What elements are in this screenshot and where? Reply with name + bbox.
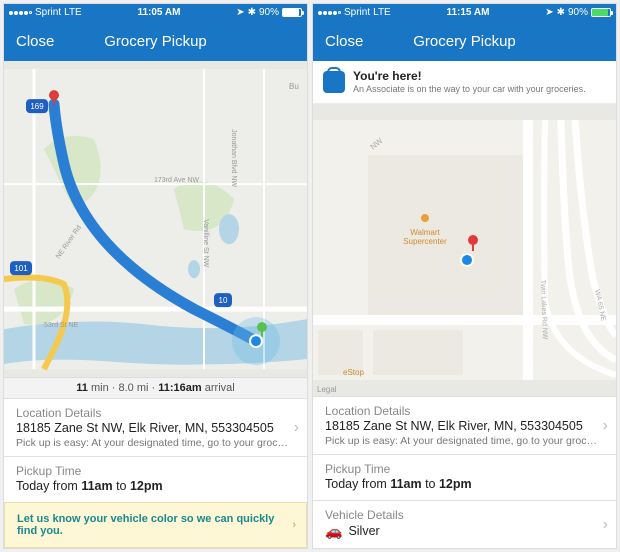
- svg-text:Supercenter: Supercenter: [403, 237, 447, 246]
- shopping-bag-icon: [323, 71, 345, 93]
- location-address: 18185 Zane St NW, Elk River, MN, 5533045…: [325, 418, 604, 435]
- vehicle-color-prompt[interactable]: Let us know your vehicle color so we can…: [4, 502, 307, 548]
- location-label: Location Details: [325, 404, 604, 418]
- location-label: Location Details: [16, 406, 295, 420]
- svg-text:10: 10: [219, 296, 228, 305]
- eta-bar: 11 min · 8.0 mi · 11:16am arrival: [4, 377, 307, 398]
- arrival-notice: You're here! An Associate is on the way …: [313, 61, 616, 104]
- location-details-row[interactable]: Location Details 18185 Zane St NW, Elk R…: [4, 398, 307, 456]
- vehicle-label: Vehicle Details: [325, 508, 604, 522]
- page-title: Grocery Pickup: [104, 33, 207, 50]
- pickup-value: Today from 11am to 12pm: [16, 478, 295, 495]
- svg-text:53rd St NE: 53rd St NE: [44, 322, 79, 329]
- phone-screen-left: Sprint LTE 11:05 AM ➤ ✱ 90% Close Grocer…: [4, 4, 307, 548]
- phone-screen-right: Sprint LTE 11:15 AM ➤ ✱ 90% Close Grocer…: [313, 4, 616, 548]
- pickup-value: Today from 11am to 12pm: [325, 476, 604, 493]
- carrier-label: Sprint: [344, 7, 370, 18]
- signal-dots-icon: [9, 11, 32, 15]
- chevron-right-icon: ›: [603, 417, 608, 435]
- battery-pct: 90%: [259, 7, 279, 18]
- location-sub: Pick up is easy: At your designated time…: [16, 437, 295, 449]
- location-arrow-icon: ➤: [545, 7, 553, 18]
- car-icon: 🚗: [325, 522, 342, 541]
- hw-shield-169: 169: [26, 99, 48, 113]
- bluetooth-icon: ✱: [557, 7, 565, 18]
- notice-subtitle: An Associate is on the way to your car w…: [353, 84, 586, 95]
- svg-text:Vanilline St NW: Vanilline St NW: [202, 219, 209, 268]
- map-legal-link[interactable]: Legal: [317, 385, 337, 394]
- page-title: Grocery Pickup: [413, 33, 516, 50]
- svg-text:101: 101: [14, 264, 28, 273]
- vehicle-prompt-text: Let us know your vehicle color so we can…: [17, 513, 274, 537]
- location-map[interactable]: Walmart Supercenter eStop NW Twin Lakes …: [313, 104, 616, 396]
- location-arrow-icon: ➤: [236, 7, 244, 18]
- status-bar: Sprint LTE 11:05 AM ➤ ✱ 90%: [4, 4, 307, 21]
- hw-shield-10: 10: [214, 293, 232, 307]
- battery-pct: 90%: [568, 7, 588, 18]
- network-label: LTE: [373, 7, 391, 18]
- network-label: LTE: [64, 7, 82, 18]
- pickup-label: Pickup Time: [16, 464, 295, 478]
- status-bar: Sprint LTE 11:15 AM ➤ ✱ 90%: [313, 4, 616, 21]
- signal-dots-icon: [318, 11, 341, 15]
- poi-label-walmart: Walmart: [410, 228, 440, 237]
- location-sub: Pick up is easy: At your designated time…: [325, 435, 604, 447]
- svg-text:173rd Ave NW: 173rd Ave NW: [154, 177, 199, 184]
- location-details-row[interactable]: Location Details 18185 Zane St NW, Elk R…: [313, 396, 616, 454]
- chevron-right-icon: ›: [294, 419, 299, 437]
- vehicle-value: 🚗 Silver: [325, 522, 604, 541]
- bluetooth-icon: ✱: [248, 7, 256, 18]
- carrier-label: Sprint: [35, 7, 61, 18]
- svg-text:169: 169: [30, 102, 44, 111]
- hw-shield-101: 101: [10, 261, 32, 275]
- close-button[interactable]: Close: [16, 33, 54, 50]
- notice-title: You're here!: [353, 69, 586, 84]
- svg-text:eStop: eStop: [343, 368, 364, 377]
- clock: 11:05 AM: [137, 7, 180, 18]
- nav-bar: Close Grocery Pickup: [4, 21, 307, 61]
- location-address: 18185 Zane St NW, Elk River, MN, 5533045…: [16, 420, 295, 437]
- battery-icon: [282, 8, 302, 17]
- nav-bar: Close Grocery Pickup: [313, 21, 616, 61]
- pickup-time-row[interactable]: Pickup Time Today from 11am to 12pm: [313, 454, 616, 500]
- vehicle-details-row[interactable]: Vehicle Details 🚗 Silver ›: [313, 500, 616, 548]
- svg-text:Bu: Bu: [289, 82, 299, 91]
- eta-min: 11: [76, 382, 88, 394]
- pickup-label: Pickup Time: [325, 462, 604, 476]
- chevron-right-icon: ›: [292, 519, 296, 531]
- close-button[interactable]: Close: [325, 33, 363, 50]
- svg-text:Jonathan Blvd NW: Jonathan Blvd NW: [230, 129, 237, 187]
- route-map[interactable]: 169 101 10 53rd St NE NE River Rd 173rd …: [4, 61, 307, 377]
- pickup-time-row[interactable]: Pickup Time Today from 11am to 12pm: [4, 456, 307, 502]
- chevron-right-icon: ›: [603, 516, 608, 534]
- battery-icon: [591, 8, 611, 17]
- clock: 11:15 AM: [446, 7, 489, 18]
